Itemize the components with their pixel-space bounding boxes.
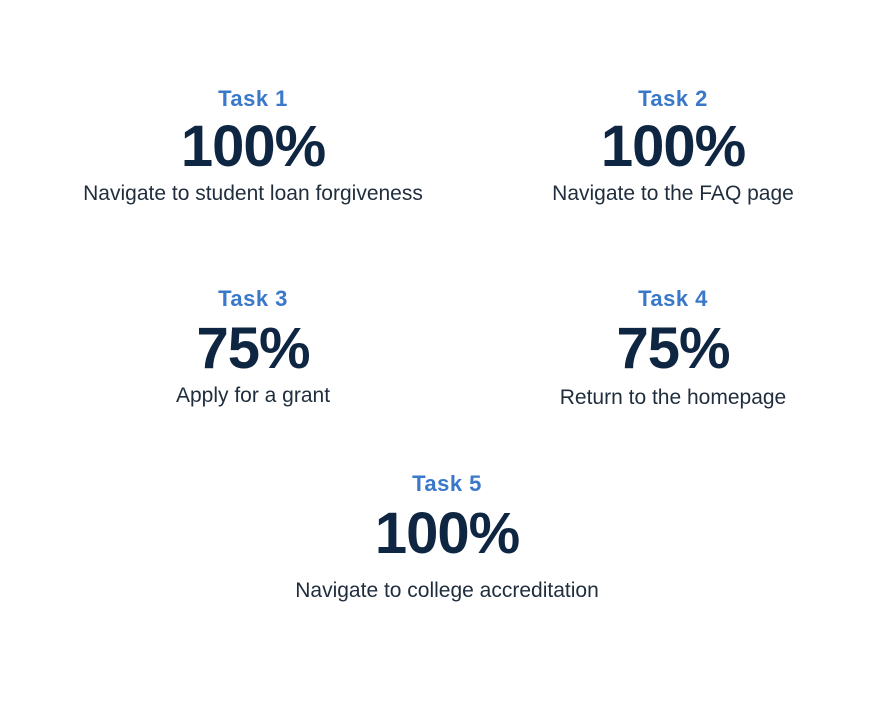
task-description: Navigate to the FAQ page — [552, 182, 794, 205]
task-card-1: Task 1 100% Navigate to student loan for… — [33, 86, 473, 208]
task-success-rate: 75% — [196, 316, 310, 381]
task-card-2: Task 2 100% Navigate to the FAQ page — [453, 86, 886, 208]
task-success-rate: 100% — [180, 114, 326, 179]
task-card-3: Task 3 75% Apply for a grant — [33, 286, 473, 410]
task-label: Task 2 — [638, 86, 708, 111]
task-description: Apply for a grant — [175, 384, 331, 407]
task-card-5: Task 5 100% Navigate to college accredit… — [227, 471, 667, 605]
task-success-rate: 100% — [600, 114, 746, 179]
task-success-rate: 100% — [374, 501, 520, 566]
task-description: Navigate to college accreditation — [295, 579, 599, 602]
task-success-rate: 75% — [616, 316, 730, 381]
task-description: Return to the homepage — [559, 386, 787, 409]
task-label: Task 3 — [218, 286, 288, 311]
task-label: Task 5 — [412, 471, 482, 496]
task-card-4: Task 4 75% Return to the homepage — [453, 286, 886, 412]
task-label: Task 1 — [218, 86, 288, 111]
task-description: Navigate to student loan forgiveness — [83, 182, 423, 205]
task-label: Task 4 — [638, 286, 708, 311]
